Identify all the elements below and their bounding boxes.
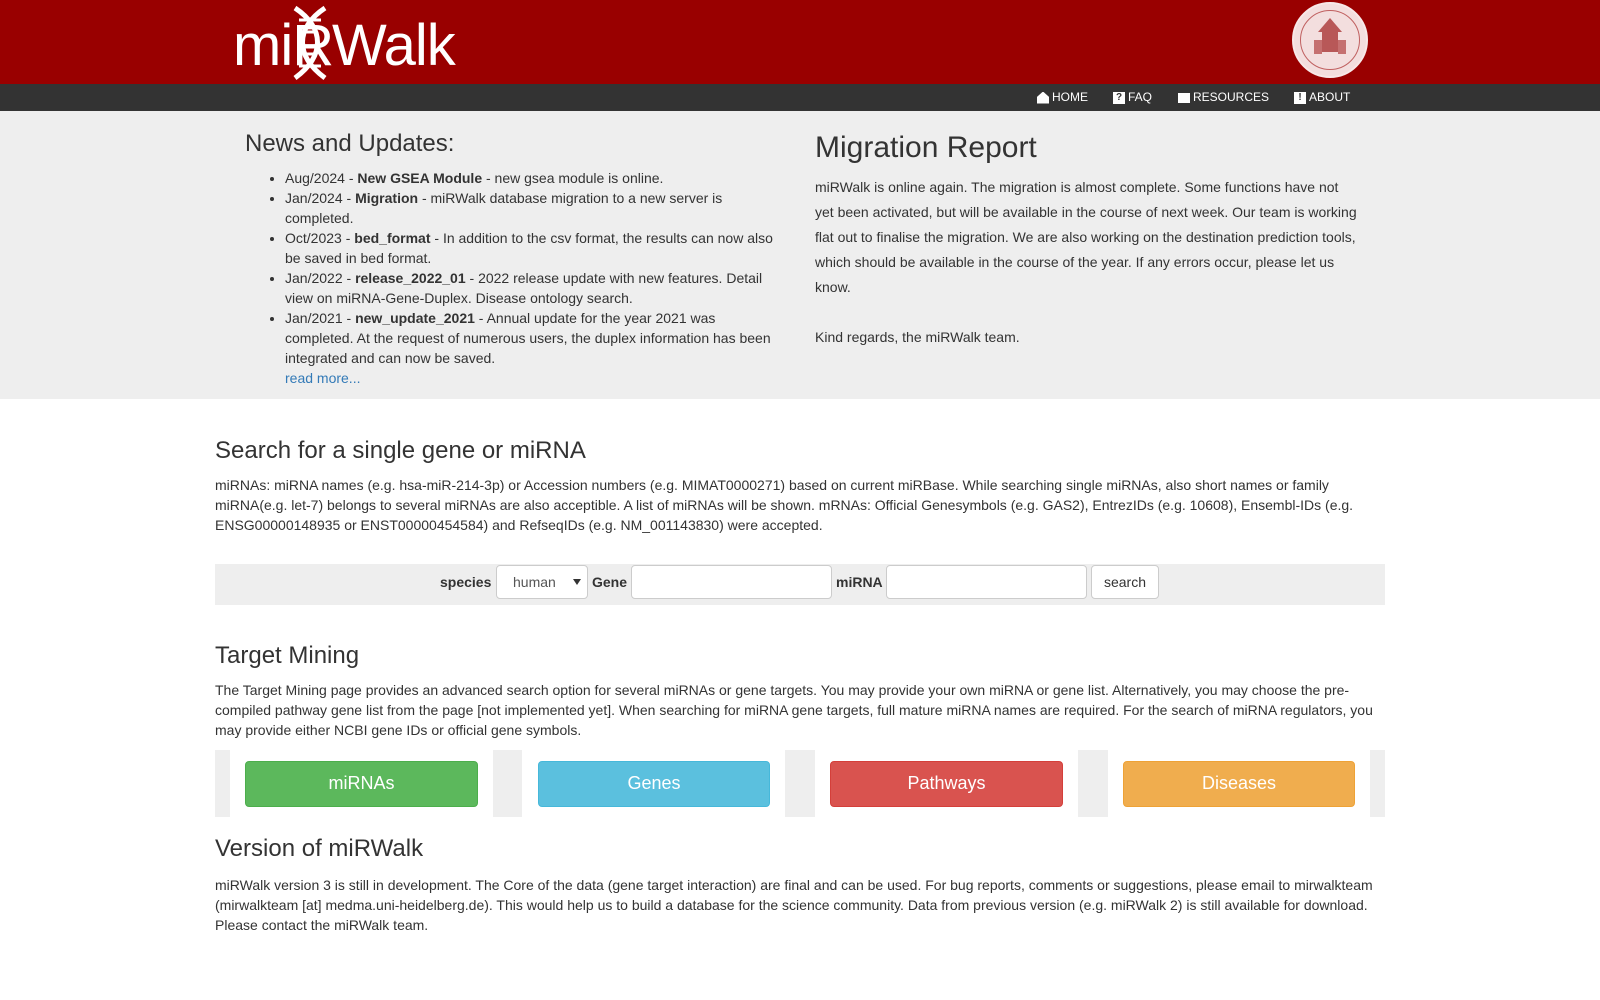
nav-resources[interactable]: RESOURCES bbox=[1178, 84, 1269, 111]
pathways-button[interactable]: Pathways bbox=[830, 761, 1063, 807]
gene-input[interactable] bbox=[631, 565, 832, 599]
nav-about-label: ABOUT bbox=[1309, 89, 1351, 104]
mirna-input[interactable] bbox=[886, 565, 1087, 599]
species-label: species bbox=[440, 574, 492, 590]
news-list: Aug/2024 - New GSEA Module - new gsea mo… bbox=[285, 168, 775, 388]
migration-text: miRWalk is online again. The migration i… bbox=[815, 179, 1357, 295]
version-title: Version of miRWalk bbox=[215, 835, 424, 862]
mining-description: The Target Mining page provides an advan… bbox=[215, 682, 1373, 738]
species-select[interactable]: human bbox=[496, 565, 588, 599]
nav-home-label: HOME bbox=[1052, 89, 1088, 104]
mirwalk-logo[interactable]: miRWalk bbox=[233, 0, 493, 84]
news-item: Aug/2024 - New GSEA Module - new gsea mo… bbox=[285, 168, 775, 188]
news-item: Oct/2023 - bed_format - In addition to t… bbox=[285, 228, 775, 268]
gene-label: Gene bbox=[592, 574, 628, 590]
mirnas-button[interactable]: miRNAs bbox=[245, 761, 478, 807]
search-button[interactable]: search bbox=[1091, 565, 1159, 599]
question-icon: ? bbox=[1113, 91, 1125, 104]
species-selected-value: human bbox=[513, 573, 556, 590]
migration-regards: Kind regards, the miRWalk team. bbox=[815, 329, 1020, 345]
exclamation-icon: ! bbox=[1294, 91, 1306, 104]
news-title: News and Updates: bbox=[245, 130, 455, 157]
genes-button[interactable]: Genes bbox=[538, 761, 770, 807]
search-title: Search for a single gene or miRNA bbox=[215, 437, 586, 464]
diseases-button[interactable]: Diseases bbox=[1123, 761, 1355, 807]
nav-faq-label: FAQ bbox=[1128, 89, 1153, 104]
nav-about[interactable]: ! ABOUT bbox=[1294, 84, 1350, 111]
news-item: Jan/2021 - new_update_2021 - Annual upda… bbox=[285, 308, 775, 388]
search-description: miRNAs: miRNA names (e.g. hsa-miR-214-3p… bbox=[215, 477, 1354, 533]
news-band bbox=[0, 111, 1600, 399]
migration-title: Migration Report bbox=[815, 131, 1037, 164]
navbar: HOME ? FAQ RESOURCES ! ABOUT bbox=[0, 84, 1600, 111]
home-icon bbox=[1037, 91, 1049, 104]
news-item: Jan/2024 - Migration - miRWalk database … bbox=[285, 188, 775, 228]
version-text: miRWalk version 3 is still in developmen… bbox=[215, 877, 1373, 933]
read-more-link[interactable]: read more... bbox=[285, 370, 360, 386]
news-item: Jan/2022 - release_2022_01 - 2022 releas… bbox=[285, 268, 775, 308]
resources-icon bbox=[1178, 92, 1190, 103]
chevron-down-icon bbox=[573, 579, 581, 585]
nav-faq[interactable]: ? FAQ bbox=[1113, 84, 1152, 111]
nav-home[interactable]: HOME bbox=[1037, 84, 1088, 111]
seal-building-icon bbox=[1314, 18, 1346, 54]
mining-title: Target Mining bbox=[215, 642, 360, 669]
university-seal-icon[interactable] bbox=[1292, 2, 1368, 78]
logo-text: miRWalk bbox=[233, 13, 456, 78]
nav-resources-label: RESOURCES bbox=[1193, 89, 1270, 104]
mirna-label: miRNA bbox=[836, 574, 883, 590]
